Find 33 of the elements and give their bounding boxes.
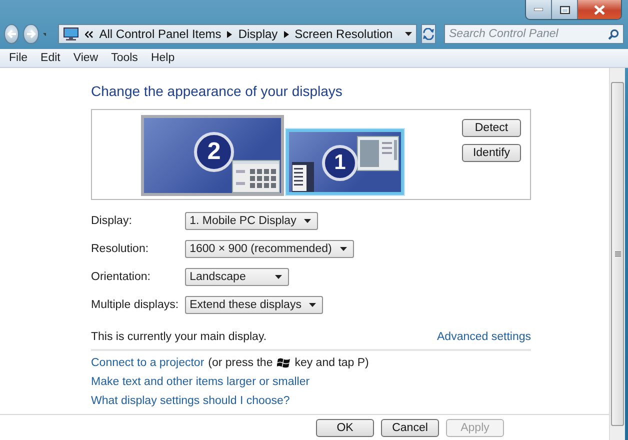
setting-dropdown[interactable]: 1600 × 900 (recommended) [184, 240, 354, 258]
setting-label: Multiple displays: [91, 299, 179, 311]
dialog-button[interactable]: Cancel [381, 419, 439, 437]
setting-dropdown[interactable]: Extend these displays [184, 296, 324, 314]
breadcrumb[interactable]: Screen Resolution [294, 27, 393, 41]
help-link[interactable]: What display settings should I choose? [91, 395, 290, 407]
monitor-number: 1 [322, 145, 358, 181]
main-display-note: This is currently your main display. [91, 331, 267, 343]
breadcrumb[interactable]: Display [238, 27, 278, 41]
page-heading: Change the appearance of your displays [91, 83, 344, 99]
search-field[interactable]: Search Control Panel [444, 24, 624, 44]
setting-label: Orientation: [91, 271, 150, 283]
advanced-settings-link[interactable]: Advanced settings [437, 331, 531, 343]
monitor-tile[interactable]: 2 [141, 115, 284, 196]
dialog-button[interactable]: OK [316, 419, 374, 437]
help-link[interactable]: Make text and other items larger or smaller [91, 376, 310, 388]
setting-dropdown[interactable]: Landscape [184, 268, 289, 286]
monitor-tile[interactable]: 1 [286, 129, 404, 195]
setting-label: Display: [91, 215, 132, 227]
setting-label: Resolution: [91, 243, 149, 255]
menu-item[interactable]: Edit [36, 52, 68, 64]
breadcrumb[interactable]: All Control Panel Items [99, 27, 222, 41]
address-bar[interactable]: All Control Panel Items Display Screen Resolution [58, 24, 417, 44]
monitor-action-button[interactable]: Identify [462, 144, 521, 162]
menu-item[interactable]: Tools [106, 52, 146, 64]
projector-link[interactable]: Connect to a projector [91, 357, 204, 369]
menu-item[interactable]: Help [146, 52, 183, 64]
monitor-action-button[interactable]: Detect [462, 119, 521, 137]
projector-hint: Connect to a projector (or press the key and tap P) [91, 357, 369, 369]
menu-item[interactable]: View [68, 52, 106, 64]
monitor-number: 2 [194, 132, 234, 172]
setting-dropdown[interactable]: 1. Mobile PC Display [184, 212, 318, 230]
menu-item[interactable]: File [4, 52, 36, 64]
